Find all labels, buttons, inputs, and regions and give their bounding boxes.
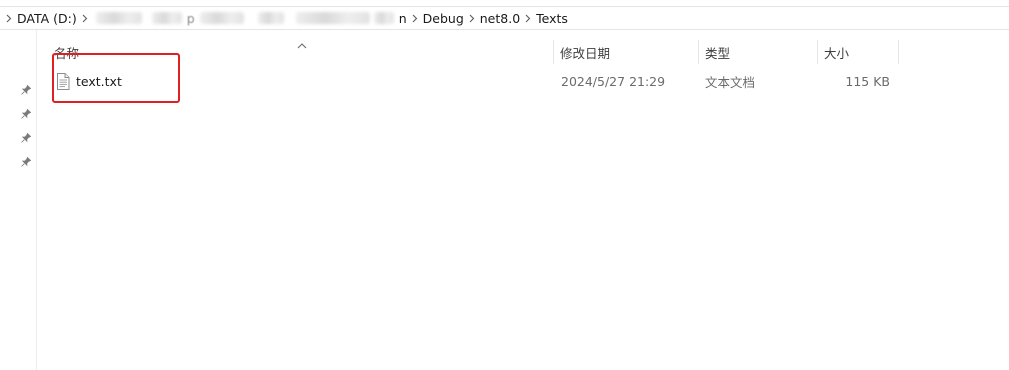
- column-header-type-label: 类型: [705, 45, 731, 61]
- column-header-modified[interactable]: 修改日期: [560, 38, 698, 66]
- column-header-name-label: 名称: [54, 45, 80, 61]
- column-header-size-label: 大小: [824, 45, 850, 61]
- column-divider[interactable]: [698, 40, 699, 64]
- redacted-path-segment[interactable]: [257, 12, 284, 24]
- column-header-row: 名称 修改日期 类型 大小: [37, 38, 1009, 66]
- breadcrumb: DATA (D:) p n Debug net8.0 Texts: [0, 7, 569, 29]
- breadcrumb-drive[interactable]: DATA (D:): [16, 11, 78, 26]
- column-header-size[interactable]: 大小: [824, 38, 898, 66]
- redacted-path-segment[interactable]: [373, 12, 394, 24]
- file-list-row[interactable]: text.txt 2024/5/27 21:29 文本文档 115 KB: [37, 70, 1009, 92]
- breadcrumb-partial[interactable]: n: [398, 11, 408, 26]
- redacted-path-segment[interactable]: [199, 12, 244, 24]
- column-divider[interactable]: [817, 40, 818, 64]
- pin-icon[interactable]: [20, 108, 32, 120]
- chevron-right-icon[interactable]: [2, 7, 16, 29]
- file-name-cell[interactable]: text.txt: [56, 70, 122, 92]
- chevron-right-icon[interactable]: [78, 7, 92, 29]
- pin-icon[interactable]: [20, 84, 32, 96]
- redacted-path-fragment: p: [186, 10, 195, 26]
- column-header-modified-label: 修改日期: [560, 45, 611, 61]
- column-divider[interactable]: [553, 40, 554, 64]
- chevron-right-icon[interactable]: [408, 7, 422, 29]
- redacted-path-segment[interactable]: [295, 12, 370, 24]
- file-name: text.txt: [76, 73, 122, 89]
- navigation-pane: [0, 30, 37, 370]
- redacted-path-segment[interactable]: [95, 12, 142, 24]
- breadcrumb-texts[interactable]: Texts: [535, 11, 569, 26]
- redacted-path-segment[interactable]: [151, 12, 182, 24]
- chevron-right-icon[interactable]: [465, 7, 479, 29]
- pin-icon[interactable]: [20, 156, 32, 168]
- column-header-name[interactable]: 名称: [54, 38, 553, 66]
- breadcrumb-net8[interactable]: net8.0: [479, 11, 521, 26]
- chevron-right-icon[interactable]: [521, 7, 535, 29]
- file-modified-cell: 2024/5/27 21:29: [561, 73, 666, 89]
- breadcrumb-debug[interactable]: Debug: [422, 11, 465, 26]
- column-divider[interactable]: [898, 40, 899, 64]
- address-bar[interactable]: DATA (D:) p n Debug net8.0 Texts: [0, 6, 1009, 30]
- file-explorer-window: DATA (D:) p n Debug net8.0 Texts 名称 修改日期…: [0, 0, 1009, 370]
- file-type-cell: 文本文档: [705, 74, 756, 90]
- file-size-cell: 115 KB: [845, 73, 890, 89]
- text-file-icon: [56, 72, 70, 90]
- column-header-type[interactable]: 类型: [705, 38, 817, 66]
- pin-icon[interactable]: [20, 132, 32, 144]
